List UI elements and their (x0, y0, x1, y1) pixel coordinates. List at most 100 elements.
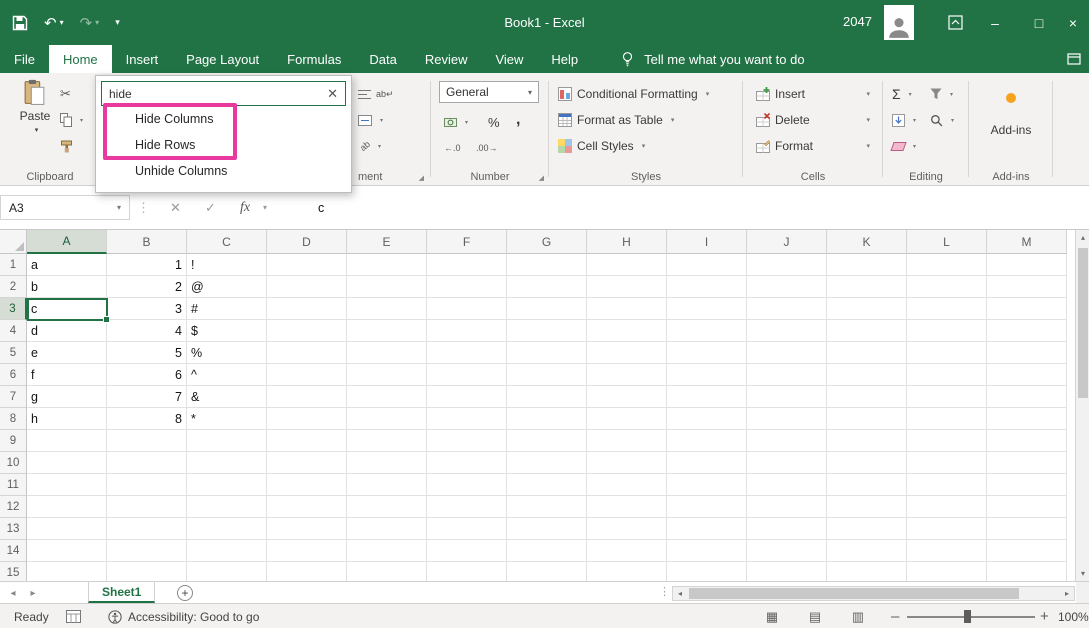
cell-G8[interactable] (507, 408, 587, 430)
cell-M3[interactable] (987, 298, 1067, 320)
scroll-down-icon[interactable]: ▾ (1076, 566, 1089, 581)
cell-K4[interactable] (827, 320, 907, 342)
cell-A1[interactable]: a (27, 254, 107, 276)
cell-M5[interactable] (987, 342, 1067, 364)
cell-A4[interactable]: d (27, 320, 107, 342)
tell-me-search-input[interactable]: hide ✕ (101, 81, 346, 106)
cell-H15[interactable] (587, 562, 667, 581)
redo-button[interactable]: ↷▾ (80, 14, 100, 32)
cell-B10[interactable] (107, 452, 187, 474)
row-header-10[interactable]: 10 (0, 452, 27, 474)
vertical-scrollbar[interactable]: ▴ ▾ (1075, 230, 1089, 581)
cell-A9[interactable] (27, 430, 107, 452)
cell-F10[interactable] (427, 452, 507, 474)
percent-style-button[interactable]: % (488, 111, 500, 133)
cell-M10[interactable] (987, 452, 1067, 474)
cell-C2[interactable]: @ (187, 276, 267, 298)
cell-L10[interactable] (907, 452, 987, 474)
row-header-3[interactable]: 3 (0, 298, 27, 320)
row-header-8[interactable]: 8 (0, 408, 27, 430)
tab-insert[interactable]: Insert (112, 45, 173, 73)
cell-K1[interactable] (827, 254, 907, 276)
copy-button[interactable]: ▾ (60, 109, 83, 131)
cell-M11[interactable] (987, 474, 1067, 496)
menu-item-hide-columns[interactable]: Hide Columns (101, 106, 346, 132)
cell-L12[interactable] (907, 496, 987, 518)
cell-B7[interactable]: 7 (107, 386, 187, 408)
cell-J9[interactable] (747, 430, 827, 452)
cell-J15[interactable] (747, 562, 827, 581)
accounting-format-button[interactable]: ▾ (444, 111, 468, 133)
cell-C12[interactable] (187, 496, 267, 518)
cell-I8[interactable] (667, 408, 747, 430)
cell-J14[interactable] (747, 540, 827, 562)
cell-M8[interactable] (987, 408, 1067, 430)
cell-I11[interactable] (667, 474, 747, 496)
cell-I14[interactable] (667, 540, 747, 562)
row-header-12[interactable]: 12 (0, 496, 27, 518)
close-icon[interactable]: ✕ (327, 86, 338, 102)
row-header-9[interactable]: 9 (0, 430, 27, 452)
number-dialog-launcher[interactable]: ◢ (539, 174, 544, 182)
cell-D9[interactable] (267, 430, 347, 452)
cell-E4[interactable] (347, 320, 427, 342)
cell-H14[interactable] (587, 540, 667, 562)
cell-E1[interactable] (347, 254, 427, 276)
ribbon-display-options-button[interactable] (938, 0, 972, 45)
cell-K8[interactable] (827, 408, 907, 430)
horizontal-scroll-thumb[interactable] (689, 588, 1019, 599)
number-format-dropdown[interactable]: General ▾ (439, 81, 539, 103)
page-layout-view-button[interactable]: ▤ (798, 604, 832, 628)
cell-D15[interactable] (267, 562, 347, 581)
cell-H7[interactable] (587, 386, 667, 408)
insert-cells-button[interactable]: Insert ▾ (756, 83, 870, 105)
cell-D4[interactable] (267, 320, 347, 342)
addins-button-label[interactable]: Add-ins (970, 123, 1052, 137)
cell-A12[interactable] (27, 496, 107, 518)
delete-cells-button[interactable]: Delete ▾ (756, 109, 870, 131)
cell-E15[interactable] (347, 562, 427, 581)
cell-H6[interactable] (587, 364, 667, 386)
cell-L13[interactable] (907, 518, 987, 540)
cell-D2[interactable] (267, 276, 347, 298)
column-header-C[interactable]: C (187, 230, 267, 254)
drag-handle-icon[interactable]: ⋮ (137, 195, 150, 220)
cell-A6[interactable]: f (27, 364, 107, 386)
cell-H3[interactable] (587, 298, 667, 320)
scroll-right-icon[interactable]: ▸ (1060, 587, 1074, 600)
cell-M6[interactable] (987, 364, 1067, 386)
row-header-15[interactable]: 15 (0, 562, 27, 581)
cell-G13[interactable] (507, 518, 587, 540)
cell-B14[interactable] (107, 540, 187, 562)
menu-item-hide-rows[interactable]: Hide Rows (101, 132, 346, 158)
fill-button[interactable]: ▾ (892, 109, 916, 131)
cell-G6[interactable] (507, 364, 587, 386)
cell-M14[interactable] (987, 540, 1067, 562)
cell-L3[interactable] (907, 298, 987, 320)
increase-decimal-button[interactable]: ←.0 (444, 137, 461, 159)
customize-quick-access-button[interactable]: ▾ (115, 17, 120, 28)
cell-C9[interactable] (187, 430, 267, 452)
cell-D1[interactable] (267, 254, 347, 276)
cell-E9[interactable] (347, 430, 427, 452)
cell-K14[interactable] (827, 540, 907, 562)
cell-I5[interactable] (667, 342, 747, 364)
tab-formulas[interactable]: Formulas (273, 45, 355, 73)
zoom-out-button[interactable]: – (891, 604, 899, 628)
page-break-view-button[interactable]: ▥ (841, 604, 875, 628)
format-cells-button[interactable]: Format ▾ (756, 135, 870, 157)
addins-button[interactable] (970, 93, 1052, 103)
cell-H12[interactable] (587, 496, 667, 518)
cell-B13[interactable] (107, 518, 187, 540)
cell-L5[interactable] (907, 342, 987, 364)
cell-L7[interactable] (907, 386, 987, 408)
column-header-I[interactable]: I (667, 230, 747, 254)
cell-B8[interactable]: 8 (107, 408, 187, 430)
cell-E2[interactable] (347, 276, 427, 298)
row-header-14[interactable]: 14 (0, 540, 27, 562)
user-avatar[interactable] (884, 5, 914, 40)
cell-B1[interactable]: 1 (107, 254, 187, 276)
clear-button[interactable]: ▾ (892, 135, 916, 157)
find-select-button[interactable]: ▾ (930, 109, 954, 131)
cell-H5[interactable] (587, 342, 667, 364)
